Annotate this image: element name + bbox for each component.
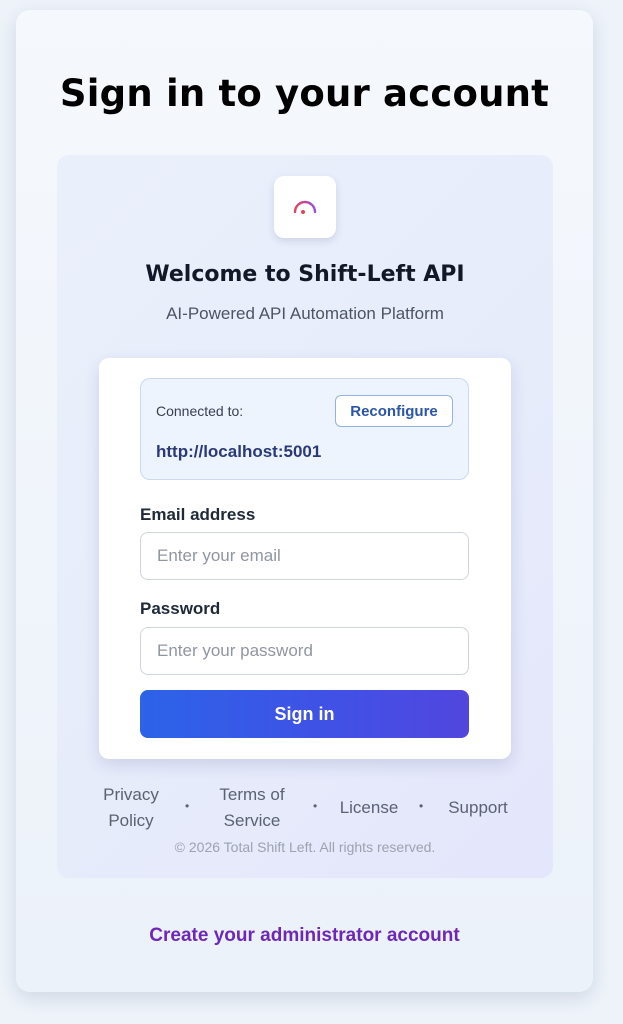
privacy-link-line2: Policy [108, 811, 154, 830]
copyright-text: © 2026 Total Shift Left. All rights rese… [174, 839, 436, 855]
terms-link-line1: Terms of [219, 785, 285, 804]
connection-label: Connected to: [156, 403, 244, 419]
connection-info-box [140, 378, 469, 480]
connection-url: http://localhost:5001 [156, 442, 322, 461]
terms-link-line2: Service [223, 811, 281, 830]
email-label: Email address [140, 505, 256, 524]
privacy-policy-link[interactable]: Privacy Policy [96, 782, 166, 834]
password-label: Password [140, 599, 221, 618]
sign-in-button[interactable]: Sign in [140, 690, 469, 738]
password-field[interactable] [140, 627, 469, 675]
terms-of-service-link[interactable]: Terms of Service [212, 782, 292, 834]
privacy-link-line1: Privacy [103, 785, 159, 804]
email-field[interactable] [140, 532, 469, 580]
license-link[interactable]: License [338, 795, 400, 821]
create-admin-account-link[interactable]: Create your administrator account [0, 925, 609, 947]
reconfigure-button[interactable]: Reconfigure [335, 395, 453, 427]
gauge-icon [293, 200, 317, 214]
support-link[interactable]: Support [444, 795, 512, 821]
welcome-heading: Welcome to Shift-Left API [145, 262, 465, 287]
footer-separator: • [313, 799, 318, 813]
page-title: Sign in to your account [59, 72, 550, 115]
app-logo [274, 176, 336, 238]
footer-separator: • [419, 799, 424, 813]
welcome-subtitle: AI-Powered API Automation Platform [166, 304, 444, 323]
footer-separator: • [185, 799, 190, 813]
